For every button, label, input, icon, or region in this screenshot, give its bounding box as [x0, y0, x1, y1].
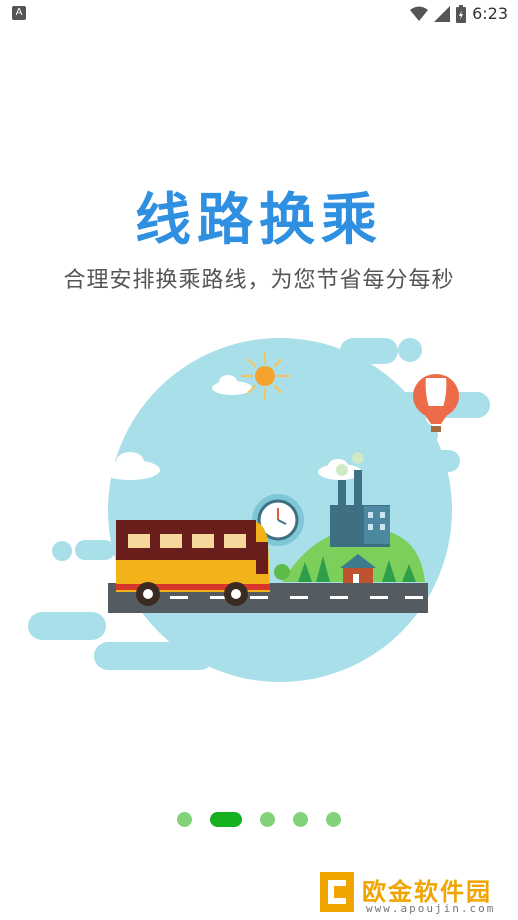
watermark-url: www.apoujin.com: [366, 902, 496, 915]
watermark-logo-icon: [320, 872, 354, 912]
page-dot-3[interactable]: [260, 812, 275, 827]
page-dot-2[interactable]: [210, 812, 242, 827]
signal-icon: [434, 5, 451, 22]
watermark: 欧金软件园 www.apoujin.com: [318, 870, 514, 916]
page-dot-1[interactable]: [177, 812, 192, 827]
notification-icon: A: [12, 6, 26, 20]
status-time: 6:23: [472, 4, 508, 23]
status-bar: A 6:23: [0, 0, 518, 28]
battery-icon: [456, 4, 467, 23]
page-dot-4[interactable]: [293, 812, 308, 827]
page-dot-5[interactable]: [326, 812, 341, 827]
page-indicator: [0, 812, 518, 827]
status-icons: 6:23: [410, 4, 508, 23]
page-title: 线路换乘: [135, 188, 383, 253]
page-subtitle: 合理安排换乘路线，为您节省每分每秒: [63, 268, 455, 293]
transfer-illustration: [28, 338, 490, 682]
wifi-icon: [410, 6, 429, 21]
